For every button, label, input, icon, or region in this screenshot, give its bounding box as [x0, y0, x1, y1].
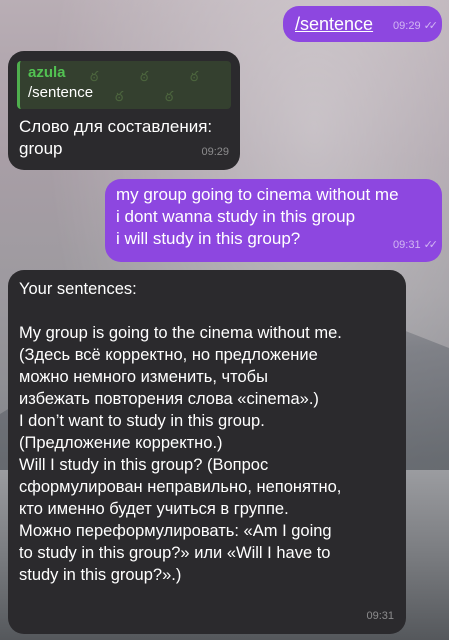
- pattern-bunny-icon: ఠ: [90, 68, 99, 84]
- message-line: group: [19, 139, 63, 158]
- message-meta: 09:29: [201, 141, 229, 163]
- message-time: 09:29: [201, 146, 229, 158]
- pattern-bunny-icon: ఠ: [165, 88, 174, 104]
- message-line: i dont wanna study in this group: [116, 207, 356, 226]
- message-line: Слово для составления:: [19, 117, 213, 136]
- pattern-bunny-icon: ఠ: [140, 68, 149, 84]
- message-line: (Предложение корректно.): [19, 434, 223, 452]
- outgoing-message-sentences[interactable]: my group going to cinema without me i do…: [105, 179, 442, 262]
- message-time: 09:31: [393, 239, 421, 251]
- double-check-icon: ✓✓: [423, 20, 439, 32]
- pattern-bunny-icon: ఠ: [115, 88, 124, 104]
- message-line: i will study in this group?: [116, 229, 301, 248]
- message-line: My group is going to the cinema without …: [19, 324, 342, 342]
- message-time: 09:31: [366, 610, 394, 622]
- message-line: I don’t want to study in this group.: [19, 412, 265, 430]
- message-body: my group going to cinema without me i do…: [116, 184, 399, 250]
- message-line: [19, 300, 342, 322]
- message-line: study in this group?».): [19, 566, 182, 584]
- pattern-bunny-icon: ఠ: [190, 68, 199, 84]
- incoming-message-word[interactable]: ఠ ఠ ఠ ఠ ఠ azula /sentence Слово для сост…: [8, 51, 240, 170]
- message-text: /sentence: [295, 14, 374, 34]
- message-time: 09:29: [393, 20, 421, 32]
- message-line: избежать повторения слова «cinema».): [19, 390, 319, 408]
- message-body: Слово для составления: group: [19, 116, 212, 160]
- message-body: Your sentences: My group is going to the…: [19, 278, 342, 586]
- message-meta: 09:29 ✓✓: [393, 15, 439, 37]
- message-line: to study in this group?» или «Will I hav…: [19, 544, 331, 562]
- message-line: сформулирован неправильно, непонятно,: [19, 478, 342, 496]
- message-line: кто именно будет учиться в группе.: [19, 500, 289, 518]
- message-meta: 09:31: [366, 605, 394, 627]
- incoming-message-feedback[interactable]: Your sentences: My group is going to the…: [8, 270, 406, 634]
- message-line: Можно переформулировать: «Am I going: [19, 522, 332, 540]
- message-line: (Здесь всё корректно, но предложение: [19, 346, 318, 364]
- message-line: Your sentences:: [19, 280, 137, 298]
- message-line: my group going to cinema without me: [116, 185, 399, 204]
- outgoing-message-command[interactable]: /sentence 09:29 ✓✓: [283, 6, 442, 42]
- message-line: Will I study in this group? (Вопрос: [19, 456, 269, 474]
- message-line: можно немного изменить, чтобы: [19, 368, 268, 386]
- message-meta: 09:31 ✓✓: [393, 234, 439, 256]
- double-check-icon: ✓✓: [423, 239, 439, 251]
- reply-preview[interactable]: ఠ ఠ ఠ ఠ ఠ azula /sentence: [17, 61, 231, 109]
